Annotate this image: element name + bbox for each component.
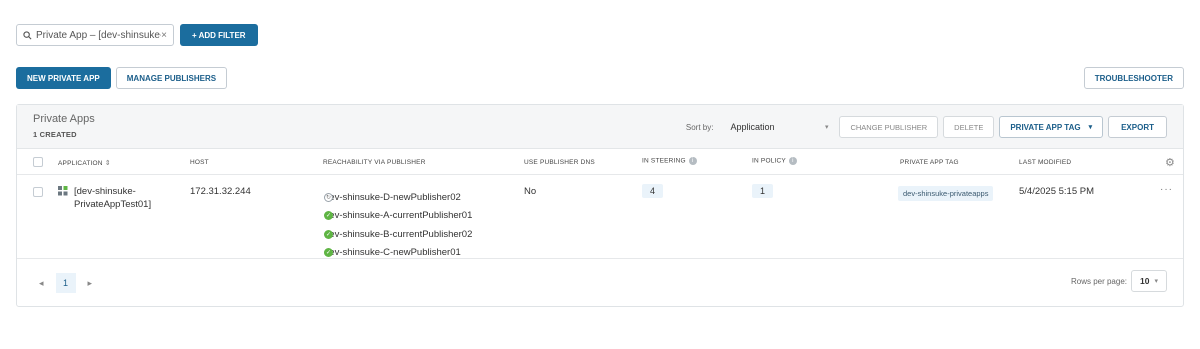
column-in-steering-label: IN STEERING: [642, 157, 686, 165]
publisher-item: ✓ dev-shinsuke-A-currentPublisher01: [324, 207, 472, 226]
filter-bar: Private App – [dev-shinsuke-P... × + ADD…: [16, 24, 258, 46]
column-in-steering: IN STEERING i: [642, 157, 697, 165]
check-circle-icon: ✓: [324, 229, 333, 239]
publisher-item: ✓ dev-shinsuke-C-newPublisher01: [324, 244, 472, 263]
chevron-down-icon: ▾: [1154, 278, 1158, 285]
chevron-right-icon[interactable]: ▸: [88, 278, 93, 289]
rows-per-page-select[interactable]: 10 ▾: [1131, 270, 1167, 292]
delete-button[interactable]: DELETE: [943, 116, 995, 138]
column-application[interactable]: APPLICATION ⇕: [58, 159, 111, 167]
info-icon[interactable]: i: [788, 157, 797, 165]
troubleshooter-button[interactable]: TROUBLESHOOTER: [1083, 67, 1184, 89]
filter-chip-label: Private App – [dev-shinsuke-P...: [36, 29, 161, 41]
gear-icon[interactable]: ⚙: [1165, 156, 1175, 169]
rows-per-page-label: Rows per page:: [1070, 276, 1127, 286]
private-apps-panel: Private Apps 1 CREATED Sort by: Applicat…: [16, 104, 1184, 307]
sort-select[interactable]: Application ▾: [722, 116, 834, 138]
row-checkbox[interactable]: [33, 187, 43, 197]
search-icon: [23, 30, 32, 39]
column-reachability: REACHABILITY VIA PUBLISHER: [323, 159, 426, 166]
publisher-item: ✓ dev-shinsuke-B-currentPublisher02: [324, 225, 472, 244]
sort-label: Sort by:: [685, 122, 714, 132]
column-use-publisher-dns: USE PUBLISHER DNS: [524, 159, 595, 166]
panel-subtitle: 1 CREATED: [33, 130, 77, 139]
panel-toolbar: Sort by: Application ▾ CHANGE PUBLISHER …: [686, 116, 1167, 138]
chevron-down-icon: ▾: [824, 124, 829, 131]
export-button[interactable]: EXPORT: [1108, 116, 1167, 138]
publisher-list: ↻ dev-shinsuke-D-newPublisher02 ✓ dev-sh…: [324, 188, 472, 262]
publisher-name: dev-shinsuke-A-currentPublisher01: [324, 210, 473, 222]
private-app-tag-button[interactable]: PRIVATE APP TAG ▾: [999, 116, 1104, 138]
sync-icon: ↻: [324, 192, 333, 202]
app-name-link[interactable]: [dev-shinsuke-PrivateAppTest01]: [74, 185, 184, 211]
private-app-tag-label: PRIVATE APP TAG: [1010, 122, 1081, 132]
panel-header: Private Apps 1 CREATED Sort by: Applicat…: [17, 105, 1183, 149]
in-steering-count[interactable]: 4: [642, 184, 664, 198]
last-modified-value: 5/4/2025 5:15 PM: [1019, 186, 1094, 197]
select-all-checkbox[interactable]: [33, 157, 43, 167]
pagination: ◂ 1 ▸: [39, 273, 92, 293]
rows-per-page-value: 10: [1140, 276, 1150, 286]
in-policy-count[interactable]: 1: [752, 184, 774, 198]
new-private-app-button[interactable]: NEW PRIVATE APP: [16, 67, 111, 89]
column-private-app-tag: PRIVATE APP TAG: [900, 159, 959, 166]
use-publisher-dns-value: No: [524, 186, 537, 197]
column-last-modified: LAST MODIFIED: [1019, 159, 1072, 166]
page-number-current[interactable]: 1: [55, 273, 76, 293]
action-row: NEW PRIVATE APP MANAGE PUBLISHERS: [16, 67, 228, 89]
rows-per-page: Rows per page: 10 ▾: [1071, 270, 1167, 292]
table-row: [dev-shinsuke-PrivateAppTest01] 172.31.3…: [17, 175, 1183, 259]
column-host: HOST: [190, 159, 209, 166]
change-publisher-button[interactable]: CHANGE PUBLISHER: [839, 116, 939, 138]
filter-chip[interactable]: Private App – [dev-shinsuke-P... ×: [16, 24, 174, 46]
panel-title: Private Apps: [33, 113, 95, 125]
publisher-name: dev-shinsuke-D-newPublisher02: [324, 191, 461, 203]
private-app-icon: [58, 186, 68, 196]
publisher-name: dev-shinsuke-B-currentPublisher02: [324, 228, 473, 240]
column-in-policy-label: IN POLICY: [752, 157, 786, 165]
more-options-icon[interactable]: ···: [1160, 184, 1173, 195]
column-in-policy: IN POLICY i: [752, 157, 797, 165]
close-icon[interactable]: ×: [161, 30, 167, 41]
info-icon[interactable]: i: [688, 157, 697, 165]
chevron-left-icon[interactable]: ◂: [39, 278, 44, 289]
sort-value: Application: [730, 122, 775, 132]
private-app-tag-chip: dev-shinsuke-privateapps: [898, 186, 994, 201]
publisher-name: dev-shinsuke-C-newPublisher01: [324, 247, 461, 259]
sort-arrows-icon: ⇕: [104, 160, 111, 167]
chevron-down-icon: ▾: [1088, 124, 1093, 131]
add-filter-button[interactable]: + ADD FILTER: [180, 24, 258, 46]
table-header: APPLICATION ⇕ HOST REACHABILITY VIA PUBL…: [17, 149, 1183, 175]
manage-publishers-button[interactable]: MANAGE PUBLISHERS: [115, 67, 228, 89]
publisher-item: ↻ dev-shinsuke-D-newPublisher02: [324, 188, 472, 207]
host-value: 172.31.32.244: [190, 186, 251, 197]
column-application-label: APPLICATION: [58, 160, 103, 167]
